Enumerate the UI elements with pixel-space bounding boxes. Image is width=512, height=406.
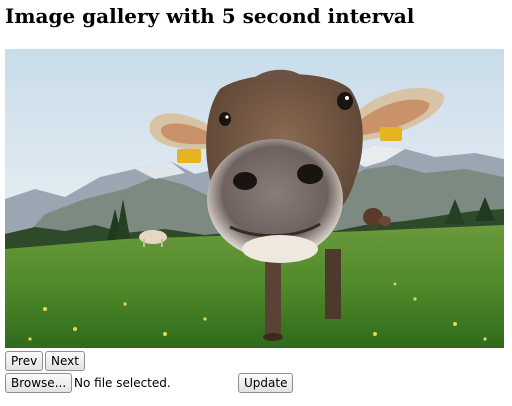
gallery-image — [5, 49, 504, 348]
update-button[interactable]: Update — [238, 373, 294, 393]
file-status-text: No file selected. — [74, 376, 171, 390]
page-title: Image gallery with 5 second interval — [5, 4, 415, 28]
browse-button[interactable]: Browse... — [5, 373, 73, 393]
next-button[interactable]: Next — [45, 351, 85, 371]
prev-button[interactable]: Prev — [5, 351, 44, 371]
